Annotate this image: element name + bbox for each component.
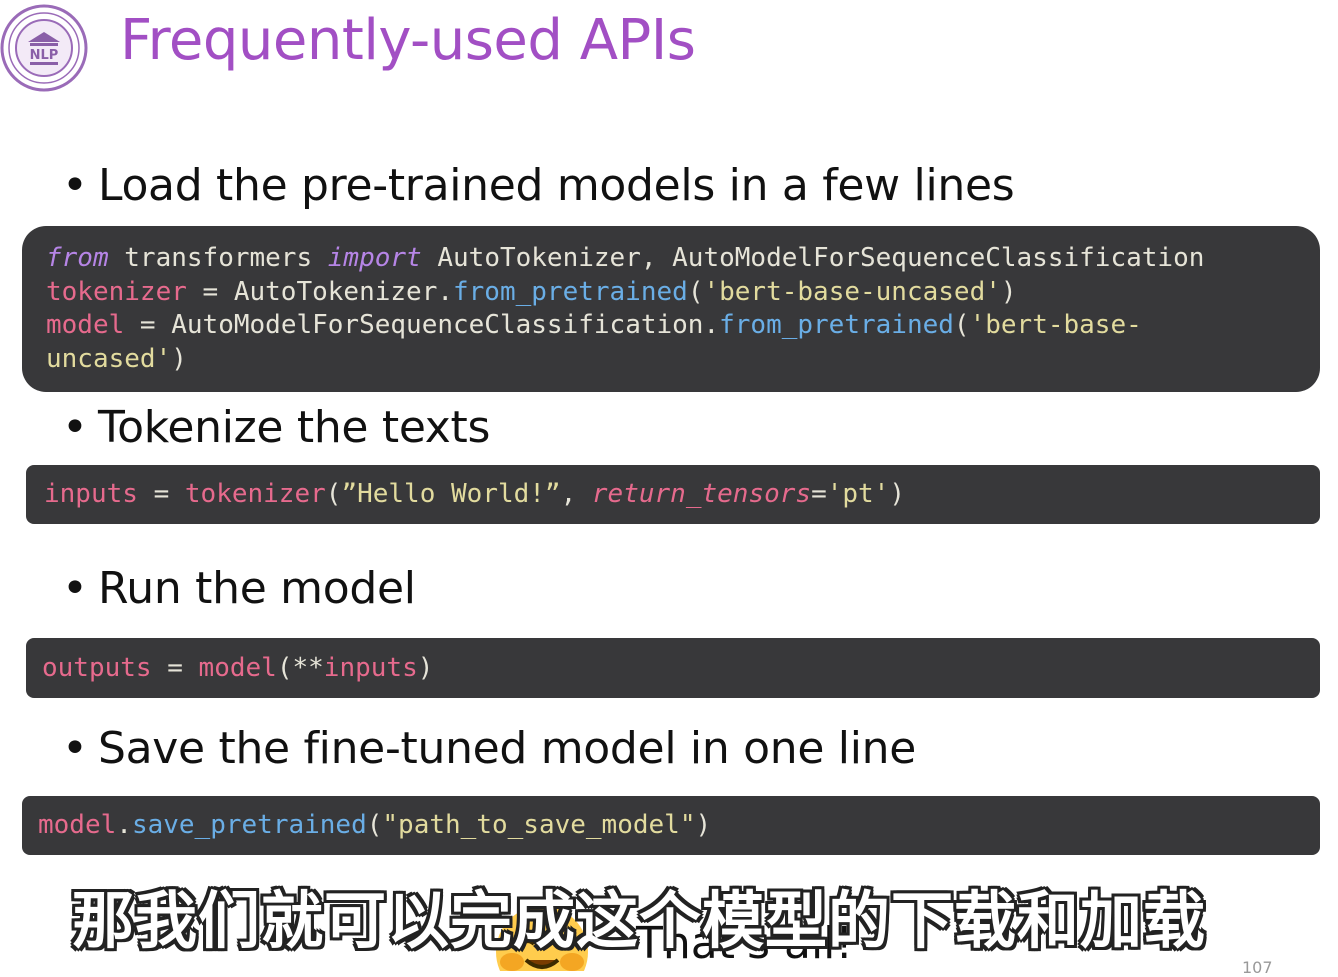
code-text: transformers (108, 243, 328, 273)
nlp-lab-logo: NLP (0, 2, 90, 92)
code-text: = AutoModelForSequenceClassification. (124, 310, 720, 340)
code-string: ”Hello World!” (341, 479, 561, 509)
code-text: = AutoTokenizer. (186, 276, 453, 307)
code-string: uncased' (46, 343, 172, 374)
code-keyword: import (327, 243, 422, 273)
bullet-save-model: • Save the fine-tuned model in one line (62, 723, 916, 774)
code-string: 'pt' (826, 479, 890, 509)
code-variable: tokenizer (46, 276, 187, 307)
code-block-tokenize: inputs = tokenizer(”Hello World!”, retur… (26, 465, 1320, 524)
code-text: , (560, 479, 592, 509)
code-function: model (198, 653, 277, 683)
bullet-text: Load the pre-trained models in a few lin… (98, 160, 1015, 211)
code-function: from_pretrained (453, 276, 688, 307)
code-text: ) (695, 810, 712, 840)
video-subtitle: 那我们就可以完成这个模型的下载和加载 (72, 884, 1207, 957)
bullet-load-models: • Load the pre-trained models in a few li… (62, 160, 1015, 211)
code-function: tokenizer (184, 479, 326, 509)
code-block-run: outputs = model(**inputs) (26, 638, 1320, 698)
code-block-save: model.save_pretrained("path_to_save_mode… (22, 796, 1320, 855)
code-string: 'bert-base-uncased' (703, 276, 1001, 307)
code-variable: inputs (323, 653, 418, 683)
code-text: ( (325, 479, 342, 509)
code-variable: outputs (42, 653, 152, 683)
bullet-run-model: • Run the model (62, 563, 416, 614)
code-text: ) (417, 653, 434, 683)
code-text: ) (171, 343, 187, 374)
bullet-dot: • (62, 160, 88, 211)
bullet-text: Tokenize the texts (98, 402, 491, 453)
code-text: = (137, 479, 185, 509)
code-string: 'bert-base- (969, 310, 1142, 340)
code-text: AutoTokenizer, AutoModelForSequenceClass… (421, 243, 1205, 273)
code-text: (** (276, 653, 324, 683)
slide-title: Frequently-used APIs (120, 8, 696, 73)
code-text: ) (889, 479, 905, 509)
bullet-tokenize: • Tokenize the texts (62, 402, 490, 453)
code-text: . (116, 810, 132, 840)
page-number: 107 (1242, 958, 1273, 977)
code-function: from_pretrained (719, 310, 954, 340)
code-kwarg: return_tensors (591, 479, 812, 509)
code-text: = (811, 479, 827, 509)
code-variable: model (38, 810, 117, 840)
code-text: = (151, 653, 199, 683)
code-keyword: from (46, 243, 109, 273)
bullet-dot: • (62, 563, 88, 614)
code-variable: inputs (44, 479, 138, 509)
code-text: ( (953, 310, 970, 340)
bullet-dot: • (62, 402, 88, 453)
code-text: ( (366, 810, 383, 840)
code-block-load: from transformers import AutoTokenizer, … (22, 226, 1320, 392)
bullet-text: Run the model (98, 563, 416, 614)
code-string: "path_to_save_model" (382, 810, 696, 840)
code-text: ) (1000, 276, 1017, 307)
code-text: ( (687, 276, 704, 307)
svg-text:NLP: NLP (30, 48, 59, 63)
bullet-text: Save the fine-tuned model in one line (98, 723, 917, 774)
code-function: save_pretrained (131, 810, 367, 840)
code-variable: model (46, 310, 125, 340)
bullet-dot: • (62, 723, 88, 774)
